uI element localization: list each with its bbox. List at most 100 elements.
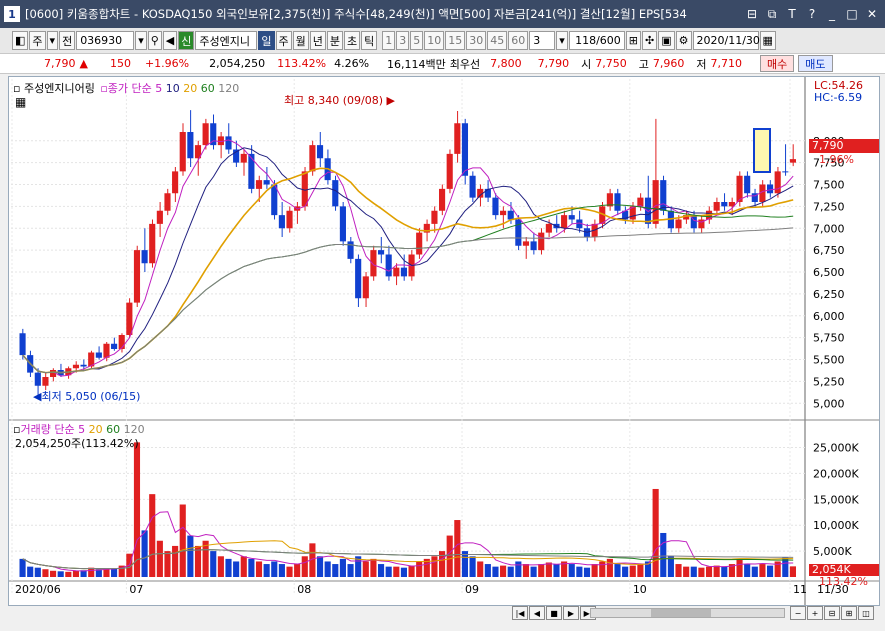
period-second[interactable]: 초 [344,31,361,50]
candle-body [72,364,80,369]
crosshair-icon[interactable]: ✣ [642,31,658,50]
zoom-out-icon[interactable]: − [790,606,806,620]
copy-icon[interactable]: ⧉ [763,5,781,23]
candles [19,110,796,399]
volume-bar [530,566,537,577]
selection-box[interactable] [753,128,771,173]
volume-bar [736,558,743,577]
count-select[interactable]: 3 [529,31,556,50]
best-bid: 7,790 [537,57,570,70]
save-icon[interactable]: ▣ [658,31,675,50]
candle-body [370,250,377,277]
open-label: 시 [581,57,592,71]
candle-body [644,197,652,224]
volume-bar [454,520,461,577]
count-dropdown-icon[interactable]: ▾ [556,31,568,50]
code-dropdown-icon[interactable]: ▾ [135,31,147,50]
volume-bar [179,504,186,577]
minute-5[interactable]: 5 [410,31,424,50]
volume-bar [172,545,179,577]
prefix-button[interactable]: 전 [59,31,76,50]
volume-bar [705,566,713,577]
nav-stop-icon[interactable]: ■ [546,606,562,620]
code-input[interactable]: 036930 [76,31,135,50]
nav-next-icon[interactable]: ▶ [563,606,579,620]
current-price-tag: 7,790 [809,139,879,153]
volume-bar [599,561,606,577]
volume-bar [538,564,545,577]
pin-icon[interactable]: T [783,5,801,23]
minute-1[interactable]: 1 [382,31,396,50]
table-icon[interactable]: ▦ [15,95,26,109]
volume-bar [614,564,621,577]
link-icon[interactable]: ⊟ [743,5,761,23]
candle-body [454,123,461,154]
period-day[interactable]: 일 [258,31,275,50]
period-tick[interactable]: 틱 [361,31,378,50]
mode-select[interactable]: 주 [29,31,46,50]
volume-info: 2,054,250주(113.42%) [15,437,139,450]
volume-tick-label: 25,000K [813,442,859,455]
search-icon[interactable]: ⚲ [147,31,162,50]
zoom-in-icon[interactable]: ⊞ [625,31,641,50]
low-price: 7,710 [710,57,743,70]
volume-bar [42,569,49,577]
candle-body [255,180,263,189]
hc-value: HC:-6.59 [814,91,863,104]
help-icon[interactable]: ? [803,5,821,23]
calendar-icon[interactable]: ▦ [759,31,776,50]
minute-45[interactable]: 45 [487,31,508,50]
chart-area[interactable]: 8,0007,7507,5007,2507,0006,7506,5006,250… [8,76,880,606]
volume-bar [187,535,194,577]
best-ask: 7,800 [490,57,522,70]
legend-marker-icon: ▫ [13,82,21,95]
minute-30[interactable]: 30 [466,31,487,50]
volume-bar [225,558,232,577]
period-week[interactable]: 주 [275,31,292,50]
speaker-icon[interactable]: ◀ [162,31,178,50]
minute-60[interactable]: 60 [508,31,529,50]
gear-icon[interactable]: ⚙ [675,31,692,50]
minimize-icon[interactable]: _ [823,5,841,23]
volume-bar [332,564,339,577]
period-month[interactable]: 월 [292,31,309,50]
close-icon[interactable]: ✕ [863,5,881,23]
period-year[interactable]: 년 [309,31,326,50]
fit-icon[interactable]: ◫ [858,606,874,620]
mode-dropdown-icon[interactable]: ▾ [46,31,59,50]
volume-bars [19,442,796,577]
zoom-plus-icon[interactable]: + [807,606,823,620]
candle-body [393,267,400,277]
candle-body [522,241,530,246]
trade-amount: 16,114백만 [387,57,446,71]
minute-15[interactable]: 15 [445,31,466,50]
zoom-reset-icon[interactable]: ⊞ [841,606,857,620]
low-label: 저 [696,57,707,71]
minute-10[interactable]: 10 [424,31,445,50]
date-input[interactable]: 2020/11/30 [692,31,760,50]
volume-bar [27,566,34,577]
candle-body [172,171,179,194]
minute-3[interactable]: 3 [396,31,410,50]
maximize-icon[interactable]: □ [843,5,861,23]
candle-body [789,159,796,163]
turnover-rate: 4.26% [334,57,370,70]
panel-icon[interactable]: ◧ [12,31,29,50]
buy-button[interactable]: 매수 [760,55,795,72]
candle-body [782,171,789,173]
zoom-controls: − + ⊟ ⊞ ◫ [790,606,875,620]
candle-body [286,210,293,229]
scrollbar[interactable] [590,608,785,618]
legend-ma20: 20 [183,82,198,95]
sell-button[interactable]: 매도 [798,55,833,72]
period-minute[interactable]: 분 [326,31,343,50]
zoom-step-icon[interactable]: ⊟ [824,606,840,620]
candle-body [248,153,255,189]
nav-prev-icon[interactable]: ◀ [529,606,545,620]
candle-body [34,372,41,386]
candle-body [141,250,148,264]
volume-bar [111,568,118,577]
volume-bar [57,571,64,577]
price-chart[interactable]: 8,0007,7507,5007,2507,0006,7506,5006,250… [9,77,879,605]
nav-first-icon[interactable]: |◀ [512,606,528,620]
